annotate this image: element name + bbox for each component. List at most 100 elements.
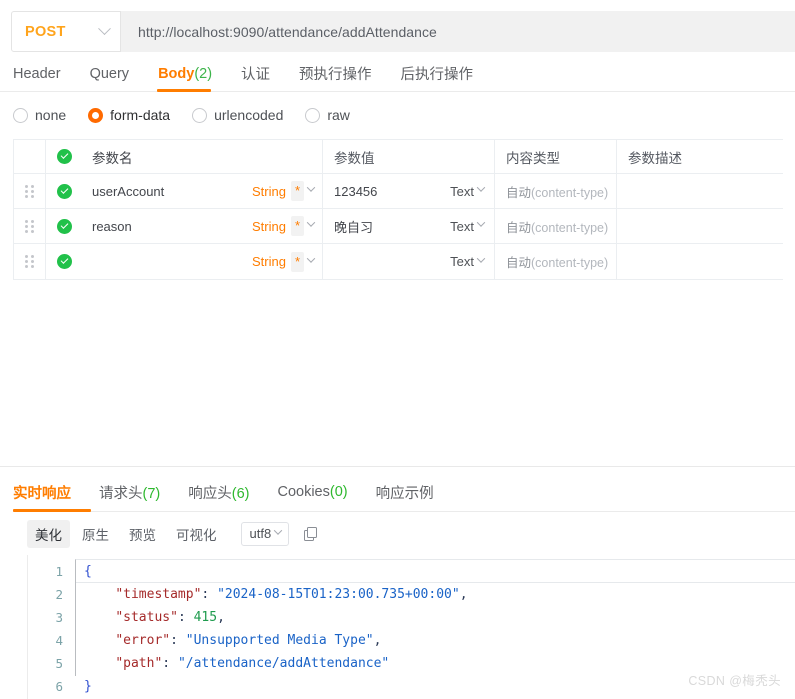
row-drag-handle[interactable] xyxy=(14,209,46,243)
json-value-path: "/attendance/addAttendance" xyxy=(177,656,390,671)
header-param-name: 参数名 xyxy=(82,140,323,173)
tab-response-headers[interactable]: 响应头(6) xyxy=(188,482,249,503)
row-enabled-checkbox[interactable] xyxy=(46,174,82,208)
row-enabled-checkbox[interactable] xyxy=(46,244,82,279)
tab-response-examples-label: 响应示例 xyxy=(375,485,434,502)
tab-cookies-count: (0) xyxy=(329,484,348,500)
url-input[interactable]: http://localhost:9090/attendance/addAtte… xyxy=(121,11,795,52)
header-select-all-cell[interactable] xyxy=(46,140,82,173)
request-tabs: Header Query Body(2) 认证 预执行操作 后执行操作 xyxy=(0,57,795,92)
row-param-desc-cell[interactable] xyxy=(617,174,783,208)
view-mode-visualize[interactable]: 可视化 xyxy=(168,520,225,548)
value-type-label: Text xyxy=(450,218,474,234)
row-param-name-cell[interactable]: reason String * xyxy=(82,209,323,243)
http-method-select[interactable]: POST xyxy=(11,11,121,52)
tab-pre-script[interactable]: 预执行操作 xyxy=(299,63,372,86)
tab-response-examples[interactable]: 响应示例 xyxy=(376,482,434,503)
encoding-select[interactable]: utf8 xyxy=(240,522,290,546)
tab-header[interactable]: Header xyxy=(13,66,61,84)
radio-icon xyxy=(192,107,208,123)
body-type-form-data[interactable]: form-data xyxy=(88,107,170,123)
param-type-select[interactable]: String * xyxy=(252,251,316,272)
value-type-select[interactable]: Text xyxy=(450,183,486,199)
row-content-type-cell[interactable]: 自动(content-type) xyxy=(495,244,617,279)
body-type-raw-label: raw xyxy=(327,107,350,123)
code-line: "status": 415, xyxy=(115,610,225,625)
active-line-highlight xyxy=(75,559,795,583)
value-type-label: Text xyxy=(450,183,474,199)
line-number: 3 xyxy=(55,610,63,625)
tab-auth-label: 认证 xyxy=(241,67,271,83)
tab-body-label: Body xyxy=(158,65,195,82)
radio-icon xyxy=(305,107,321,123)
tab-post-script-label: 后执行操作 xyxy=(400,67,474,83)
tab-response-headers-label: 响应头 xyxy=(188,485,232,502)
param-type-label: String xyxy=(251,183,286,199)
param-required-mark: * xyxy=(290,251,304,272)
row-content-type-cell[interactable]: 自动(content-type) xyxy=(495,174,617,208)
line-number: 4 xyxy=(55,633,63,648)
chevron-down-icon xyxy=(306,218,316,227)
drag-handle-icon xyxy=(25,255,34,268)
tab-live-response[interactable]: 实时响应 xyxy=(13,482,71,503)
tab-request-headers[interactable]: 请求头(7) xyxy=(99,482,160,503)
line-number: 1 xyxy=(55,564,63,579)
header-param-value-label: 参数值 xyxy=(334,150,375,166)
drag-handle-icon xyxy=(25,184,34,198)
content-type-auto-label: 自动 xyxy=(506,220,532,235)
json-code-area[interactable]: { "timestamp": "2024-08-15T01:23:00.735+… xyxy=(73,555,795,699)
copy-icon[interactable] xyxy=(304,526,318,542)
row-param-desc-cell[interactable] xyxy=(617,244,783,279)
view-mode-preview[interactable]: 预览 xyxy=(121,520,164,548)
row-param-value-cell[interactable]: 123456 Text xyxy=(323,174,495,208)
tab-query[interactable]: Query xyxy=(90,66,130,84)
body-type-raw[interactable]: raw xyxy=(305,107,350,123)
tab-query-label: Query xyxy=(89,65,130,82)
param-type-select[interactable]: String * xyxy=(252,216,316,236)
chevron-down-icon xyxy=(476,218,486,227)
row-content-type-cell[interactable]: 自动(content-type) xyxy=(495,209,617,243)
tab-cookies[interactable]: Cookies(0) xyxy=(277,484,347,500)
radio-selected-icon xyxy=(88,107,104,123)
param-value-input[interactable]: 晚自习 xyxy=(334,217,373,236)
row-param-name-cell[interactable]: userAccount String * xyxy=(82,174,323,208)
panel-divider[interactable] xyxy=(0,466,795,467)
view-mode-raw[interactable]: 原生 xyxy=(74,520,117,548)
body-type-none[interactable]: none xyxy=(13,107,66,123)
tab-post-script[interactable]: 后执行操作 xyxy=(401,63,474,86)
row-param-name-cell[interactable]: String * xyxy=(82,244,323,279)
value-type-select[interactable]: Text xyxy=(450,218,486,234)
content-type-auto-label: 自动 xyxy=(506,256,532,270)
tab-body[interactable]: Body(2) xyxy=(158,66,212,84)
row-param-value-cell[interactable]: Text xyxy=(323,244,495,279)
header-drag-cell xyxy=(14,140,46,173)
code-fold-guide xyxy=(75,581,76,676)
value-type-select[interactable]: Text xyxy=(450,253,486,269)
select-all-checkmark-icon[interactable] xyxy=(56,149,72,164)
table-row: userAccount String * 123456 Text 自动(cont… xyxy=(14,174,783,209)
body-type-urlencoded[interactable]: urlencoded xyxy=(192,107,283,123)
row-drag-handle[interactable] xyxy=(14,174,46,208)
chevron-down-icon xyxy=(476,183,486,192)
line-number-gutter: 1 2 3 4 5 6 xyxy=(28,555,73,699)
tab-header-label: Header xyxy=(13,65,61,82)
param-value-input[interactable]: 123456 xyxy=(334,184,377,199)
row-enabled-checkbox[interactable] xyxy=(46,209,82,243)
param-name-input[interactable]: reason xyxy=(82,219,132,234)
line-number: 2 xyxy=(55,587,63,602)
view-mode-pretty[interactable]: 美化 xyxy=(27,520,70,548)
chevron-down-icon xyxy=(273,525,283,535)
row-drag-handle[interactable] xyxy=(14,244,46,279)
tab-auth[interactable]: 认证 xyxy=(241,63,270,86)
param-type-select[interactable]: String * xyxy=(251,181,316,201)
param-name-input[interactable]: userAccount xyxy=(82,184,164,199)
response-body-viewer[interactable]: 1 2 3 4 5 6 { "timestamp": "2024-08-15T0… xyxy=(27,555,795,699)
row-param-desc-cell[interactable] xyxy=(617,209,783,243)
content-type-hint-label: (content-type) xyxy=(531,185,609,200)
line-number: 6 xyxy=(55,679,63,694)
json-value-status: 415 xyxy=(193,610,218,625)
json-value-error: "Unsupported Media Type" xyxy=(185,633,374,648)
row-param-value-cell[interactable]: 晚自习 Text xyxy=(323,209,495,243)
request-url-bar: POST http://localhost:9090/attendance/ad… xyxy=(0,11,795,52)
body-type-urlencoded-label: urlencoded xyxy=(214,107,284,123)
